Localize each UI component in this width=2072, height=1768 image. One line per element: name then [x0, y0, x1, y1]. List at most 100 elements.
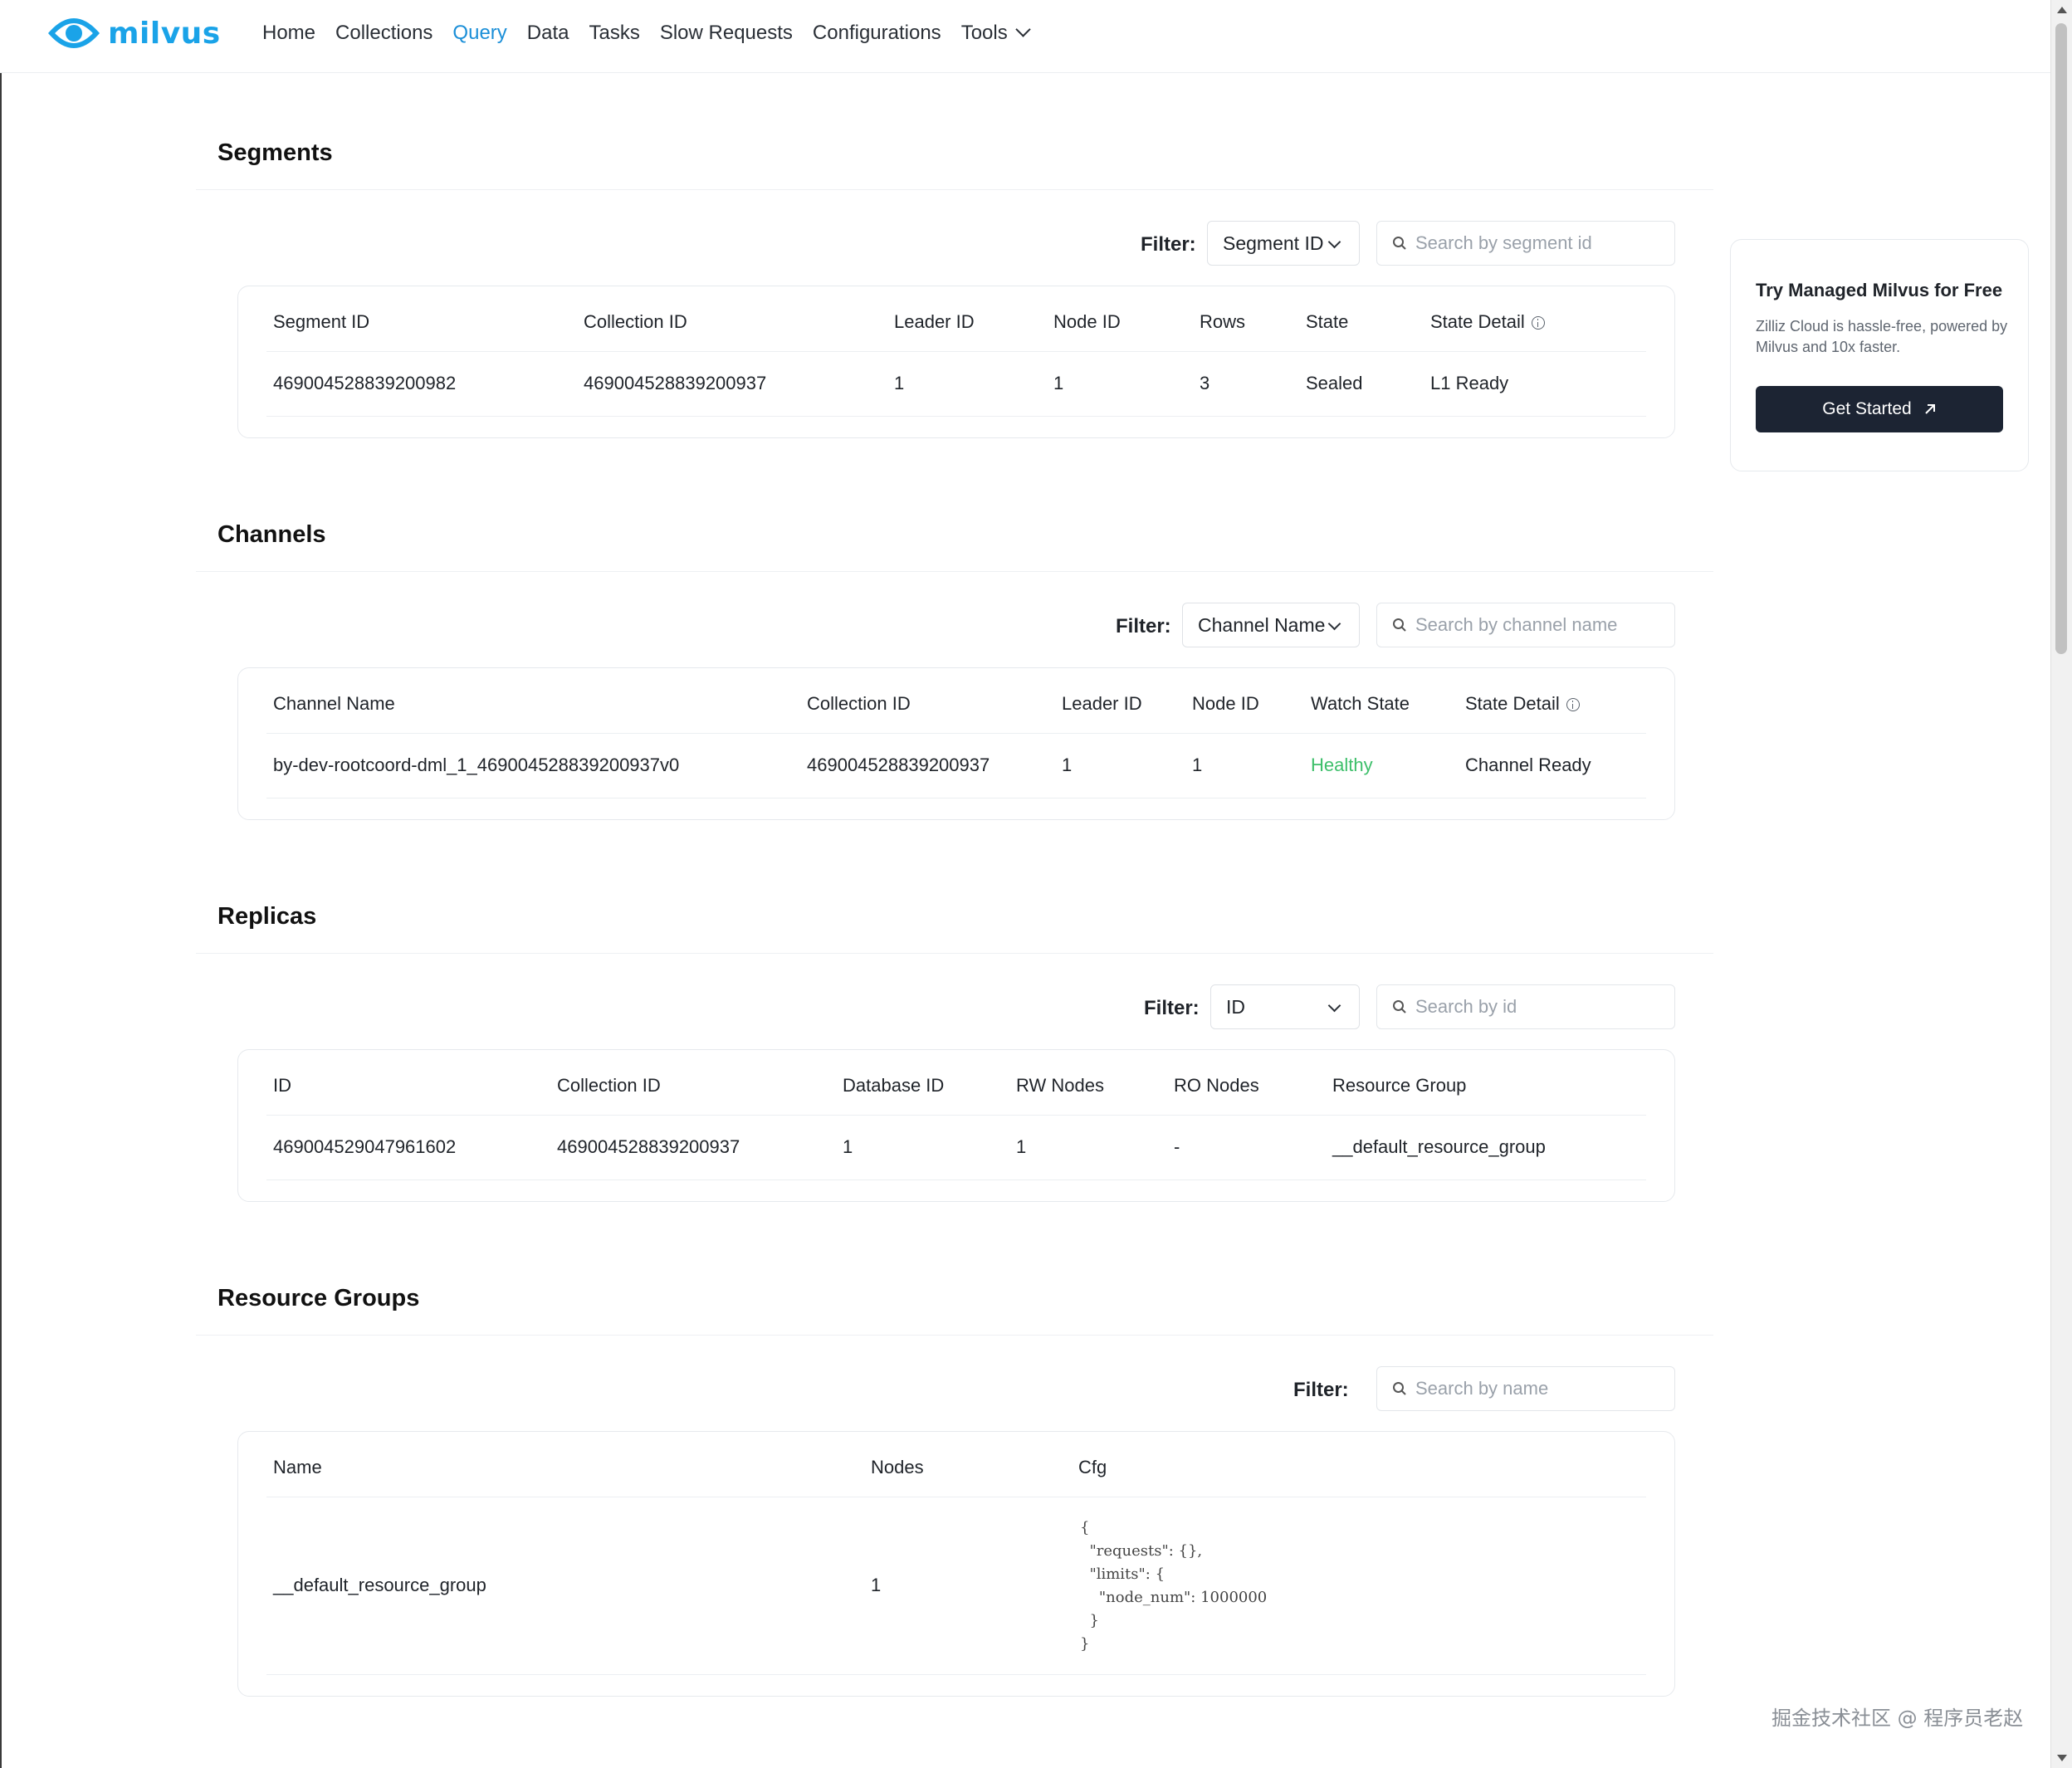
col-node-id: Node ID [1053, 311, 1121, 332]
page-scrollbar[interactable] [2050, 0, 2072, 1768]
table-row[interactable]: 469004528839200982 469004528839200937 1 … [266, 351, 1646, 417]
table-header: ID Collection ID Database ID RW Nodes RO… [266, 1050, 1646, 1116]
get-started-label: Get Started [1822, 399, 1912, 418]
channels-filter-select[interactable]: Channel Name [1182, 603, 1360, 647]
col-database-id: Database ID [843, 1075, 945, 1096]
chevron-down-icon [1327, 235, 1341, 249]
cell-state-detail: Channel Ready [1465, 755, 1591, 775]
search-icon [1393, 1382, 1406, 1395]
chevron-down-icon [1015, 22, 1031, 37]
cell-channel-name: by-dev-rootcoord-dml_1_46900452883920093… [273, 755, 680, 775]
cell-collection-id: 469004528839200937 [557, 1136, 740, 1157]
cell-cfg-json: { "requests": {}, "limits": { "node_num"… [1080, 1519, 1268, 1653]
col-cfg: Cfg [1078, 1457, 1107, 1477]
segments-search-input[interactable] [1414, 232, 1666, 255]
search-icon [1393, 237, 1406, 250]
col-resource-group: Resource Group [1332, 1075, 1467, 1096]
col-segment-id: Segment ID [273, 311, 370, 332]
segments-title: Segments [217, 139, 333, 166]
col-name: Name [273, 1457, 322, 1477]
col-rw-nodes: RW Nodes [1016, 1075, 1104, 1096]
col-node-id: Node ID [1192, 693, 1259, 714]
segments-table: Segment ID Collection ID Leader ID Node … [237, 286, 1675, 438]
replicas-title: Replicas [217, 903, 317, 930]
chevron-down-icon [1327, 999, 1341, 1013]
table-row[interactable]: 469004529047961602 469004528839200937 1 … [266, 1115, 1646, 1180]
col-state-detail-label: State Detail [1465, 693, 1560, 714]
replicas-filter-select[interactable]: ID [1210, 984, 1360, 1029]
milvus-logo[interactable]: milvus [48, 12, 221, 55]
table-row[interactable]: __default_resource_group 1 { "requests":… [266, 1497, 1646, 1675]
col-state: State [1306, 311, 1349, 332]
cell-segment-id: 469004528839200982 [273, 373, 457, 393]
segments-filter-value: Segment ID [1223, 232, 1324, 254]
replicas-table: ID Collection ID Database ID RW Nodes RO… [237, 1049, 1675, 1202]
divider [196, 189, 1713, 190]
cell-watch-state: Healthy [1311, 755, 1373, 775]
nav-slow-requests[interactable]: Slow Requests [660, 22, 793, 45]
col-nodes: Nodes [871, 1457, 924, 1477]
replicas-search[interactable] [1376, 984, 1675, 1029]
nav-tasks[interactable]: Tasks [589, 22, 639, 45]
promo-title: Try Managed Milvus for Free [1756, 280, 2003, 300]
source-watermark: 掘金技术社区 @ 程序员老赵 [1771, 1707, 2024, 1730]
nav-configurations[interactable]: Configurations [813, 22, 941, 45]
col-collection-id: Collection ID [807, 693, 911, 714]
cell-leader-id: 1 [894, 373, 905, 393]
external-arrow-icon [1924, 404, 1935, 414]
cell-database-id: 1 [843, 1136, 853, 1157]
cell-ro-nodes: - [1174, 1136, 1180, 1157]
milvus-eye-icon [48, 18, 100, 48]
col-ro-nodes: RO Nodes [1174, 1075, 1259, 1096]
nav-data[interactable]: Data [527, 22, 569, 45]
replicas-filter-value: ID [1226, 995, 1245, 1018]
cell-id: 469004529047961602 [273, 1136, 457, 1157]
channels-filter-value: Channel Name [1198, 613, 1326, 636]
resource-groups-search-input[interactable] [1414, 1377, 1666, 1400]
cell-node-id: 1 [1053, 373, 1064, 393]
table-header: Name Nodes Cfg [266, 1432, 1646, 1497]
table-row[interactable]: by-dev-rootcoord-dml_1_46900452883920093… [266, 733, 1646, 799]
logo-text: milvus [108, 16, 221, 51]
nav-tools[interactable]: Tools [960, 22, 1031, 45]
segments-filter-select[interactable]: Segment ID [1207, 221, 1360, 266]
replicas-search-input[interactable] [1414, 995, 1666, 1018]
cell-resource-group: __default_resource_group [1332, 1136, 1546, 1157]
divider [196, 1335, 1713, 1336]
search-icon [1393, 1000, 1406, 1013]
cell-name: __default_resource_group [273, 1575, 486, 1595]
cell-collection-id: 469004528839200937 [807, 755, 990, 775]
channels-search[interactable] [1376, 603, 1675, 647]
scrollbar-thumb[interactable] [2055, 23, 2067, 654]
cell-state-detail: L1 Ready [1430, 373, 1509, 393]
segments-filter-label: Filter: [1141, 233, 1196, 256]
col-leader-id: Leader ID [1062, 693, 1142, 714]
col-id: ID [273, 1075, 291, 1096]
scroll-up-arrow-icon[interactable] [2057, 7, 2067, 13]
nav-query[interactable]: Query [452, 22, 506, 45]
col-leader-id: Leader ID [894, 311, 975, 332]
scroll-down-arrow-icon[interactable] [2057, 1755, 2067, 1761]
table-header: Segment ID Collection ID Leader ID Node … [266, 286, 1646, 352]
channels-table: Channel Name Collection ID Leader ID Nod… [237, 667, 1675, 820]
nav-collections[interactable]: Collections [335, 22, 432, 45]
segments-search[interactable] [1376, 221, 1675, 266]
top-navbar: milvus Home Collections Query Data Tasks… [0, 0, 2050, 73]
divider [196, 953, 1713, 954]
cell-state: Sealed [1306, 373, 1363, 393]
channels-search-input[interactable] [1414, 613, 1666, 637]
get-started-button[interactable]: Get Started [1756, 386, 2003, 432]
divider [196, 571, 1713, 572]
resource-groups-search[interactable] [1376, 1366, 1675, 1411]
search-icon [1393, 618, 1406, 632]
nav-tools-label: Tools [960, 22, 1008, 44]
cell-nodes: 1 [871, 1575, 882, 1595]
main-menu: Home Collections Query Data Tasks Slow R… [262, 22, 1048, 45]
info-icon[interactable] [1566, 698, 1580, 711]
col-state-detail: State Detail [1430, 311, 1545, 333]
chevron-down-icon [1327, 617, 1341, 631]
col-state-detail-label: State Detail [1430, 311, 1525, 332]
table-header: Channel Name Collection ID Leader ID Nod… [266, 668, 1646, 734]
nav-home[interactable]: Home [262, 22, 315, 45]
info-icon[interactable] [1531, 316, 1545, 330]
